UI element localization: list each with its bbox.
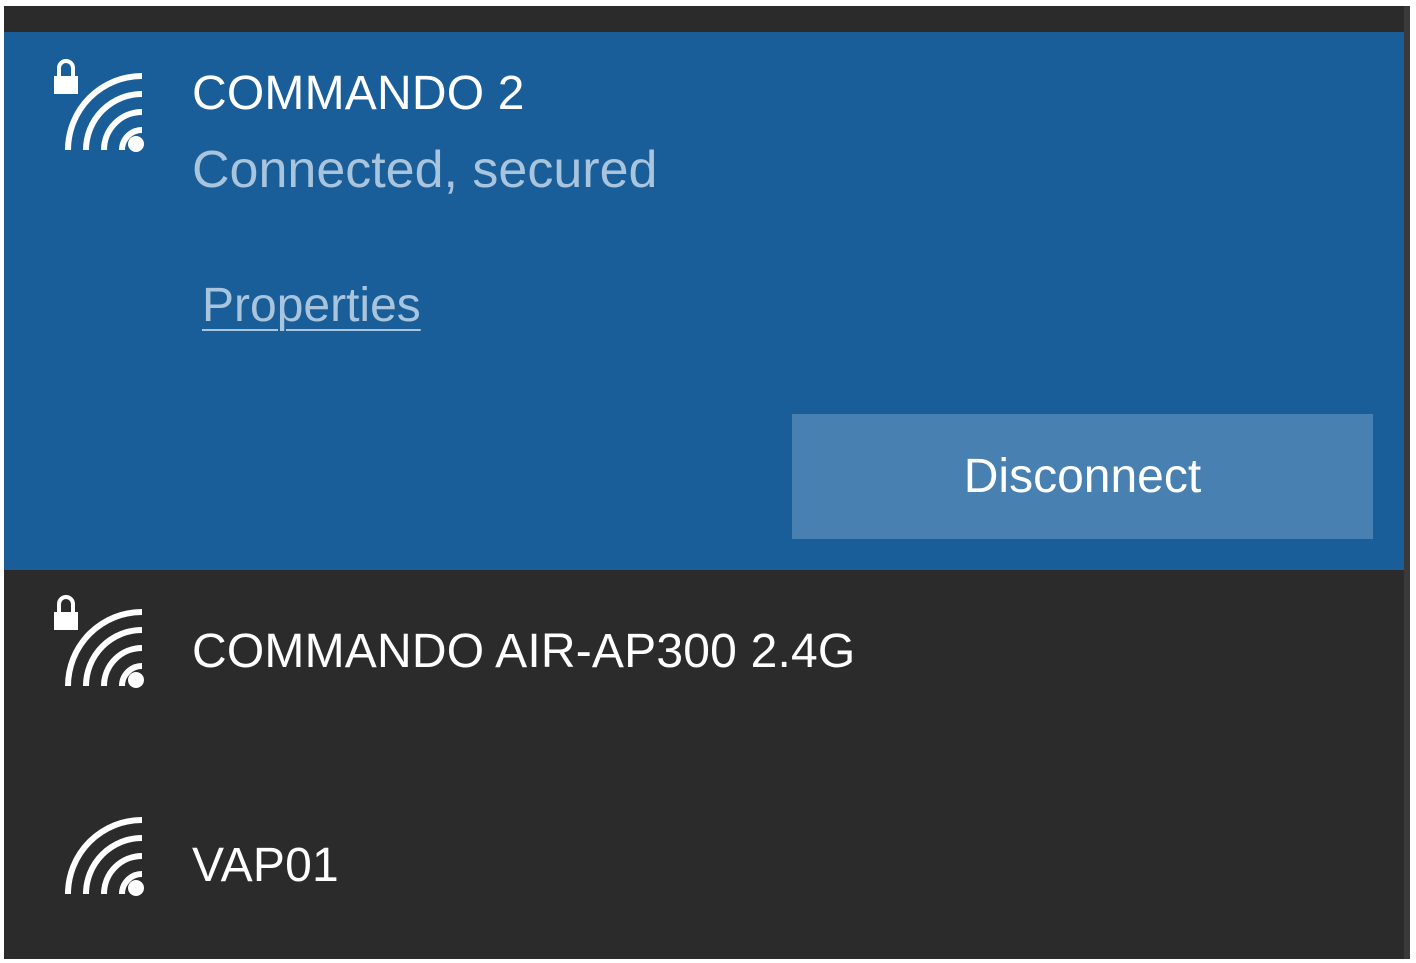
network-name: VAP01 bbox=[192, 839, 339, 892]
connection-status: Connected, secured bbox=[192, 141, 658, 199]
wifi-secured-icon bbox=[50, 590, 150, 700]
network-name: COMMANDO AIR-AP300 2.4G bbox=[192, 625, 856, 678]
network-name: COMMANDO 2 bbox=[192, 67, 525, 120]
network-item-vap01[interactable]: VAP01 bbox=[4, 770, 1404, 959]
top-divider bbox=[4, 6, 1410, 32]
wifi-icon bbox=[50, 798, 150, 908]
scrollbar-track[interactable] bbox=[1404, 6, 1410, 959]
disconnect-button[interactable]: Disconnect bbox=[792, 414, 1373, 539]
wifi-network-flyout: COMMANDO 2 Connected, secured Properties… bbox=[4, 6, 1410, 959]
wifi-secured-icon bbox=[50, 54, 150, 164]
network-item-commando-2[interactable]: COMMANDO 2 Connected, secured Properties… bbox=[4, 32, 1404, 570]
network-item-commando-air-ap300[interactable]: COMMANDO AIR-AP300 2.4G bbox=[4, 570, 1404, 770]
properties-link[interactable]: Properties bbox=[202, 278, 421, 333]
